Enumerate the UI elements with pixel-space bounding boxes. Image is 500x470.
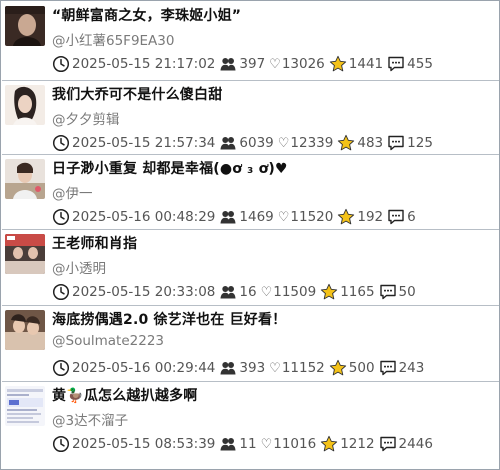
- comment-count: 2446: [398, 436, 433, 452]
- people-icon: [219, 134, 237, 152]
- post-thumbnail[interactable]: [5, 386, 45, 426]
- post-item[interactable]: “朝鲜富商之女，李珠姬小姐” @小红薯65F9EA30 2025-05-15 2…: [2, 2, 499, 80]
- post-author[interactable]: @小透明: [52, 257, 106, 277]
- post-thumbnail[interactable]: [5, 234, 45, 274]
- post-item[interactable]: 我们大乔可不是什么傻白甜 @夕夕剪辑 2025-05-15 21:57:34 6…: [2, 80, 499, 154]
- star-icon: [329, 359, 347, 377]
- favorite-count: 500: [348, 360, 375, 376]
- favorite-count: 192: [357, 209, 384, 225]
- heart-icon: ♡: [277, 135, 290, 151]
- favorite-count: 1165: [340, 284, 375, 300]
- star-icon: [337, 208, 355, 226]
- post-list: “朝鲜富商之女，李珠姬小姐” @小红薯65F9EA30 2025-05-15 2…: [0, 0, 500, 470]
- post-time: 2025-05-16 00:29:44: [72, 360, 216, 376]
- post-author[interactable]: @伊一: [52, 182, 93, 202]
- like-count: 11509: [273, 284, 317, 300]
- heart-icon: ♡: [269, 56, 281, 72]
- like-count: 13026: [281, 56, 325, 72]
- post-time: 2025-05-15 08:53:39: [72, 436, 216, 452]
- post-title[interactable]: 海底捞偶遇2.0 徐艺洋也在 巨好看！: [52, 309, 286, 329]
- post-stats: 2025-05-15 21:57:34 6039 ♡ 12339 483 125: [52, 133, 437, 153]
- comment-count: 6: [407, 209, 416, 225]
- post-stats: 2025-05-15 08:53:39 11 ♡ 11016 1212 2446: [52, 434, 437, 454]
- clock-icon: [52, 359, 70, 377]
- heart-icon: ♡: [277, 209, 290, 225]
- post-item[interactable]: 日子渺小重复 却都是幸福(●ơ ₃ ơ)♥ @伊一 2025-05-16 00:…: [2, 154, 499, 229]
- comment-icon: [379, 283, 397, 301]
- post-stats: 2025-05-15 21:17:02 397 ♡ 13026 1441 455: [52, 54, 437, 74]
- heart-icon: ♡: [260, 436, 273, 452]
- clock-icon: [52, 55, 70, 73]
- post-thumbnail[interactable]: [5, 85, 45, 125]
- view-count: 393: [239, 360, 266, 376]
- post-item[interactable]: 王老师和肖指 @小透明 2025-05-15 20:33:08 16 ♡ 115…: [2, 229, 499, 305]
- post-author[interactable]: @小红薯65F9EA30: [52, 29, 174, 49]
- post-time: 2025-05-15 21:17:02: [72, 56, 216, 72]
- heart-icon: ♡: [269, 360, 281, 376]
- star-icon: [329, 55, 347, 73]
- people-icon: [219, 208, 237, 226]
- view-count: 1469: [239, 209, 274, 225]
- post-stats: 2025-05-16 00:29:44 393 ♡ 11152 500 243: [52, 358, 428, 378]
- view-count: 6039: [239, 135, 274, 151]
- clock-icon: [52, 283, 70, 301]
- clock-icon: [52, 435, 70, 453]
- people-icon: [219, 435, 237, 453]
- post-stats: 2025-05-16 00:48:29 1469 ♡ 11520 192 6: [52, 207, 420, 227]
- post-thumbnail[interactable]: [5, 310, 45, 350]
- post-author[interactable]: @Soulmate2223: [52, 333, 164, 349]
- comment-icon: [387, 55, 405, 73]
- people-icon: [219, 359, 237, 377]
- people-icon: [219, 55, 237, 73]
- view-count: 11: [239, 436, 257, 452]
- post-time: 2025-05-16 00:48:29: [72, 209, 216, 225]
- clock-icon: [52, 208, 70, 226]
- star-icon: [320, 283, 338, 301]
- post-item[interactable]: 海底捞偶遇2.0 徐艺洋也在 巨好看！ @Soulmate2223 2025-0…: [2, 305, 499, 381]
- comment-icon: [387, 134, 405, 152]
- comment-count: 455: [407, 56, 433, 72]
- post-title[interactable]: 黄🦆瓜怎么越扒越多啊: [52, 385, 197, 405]
- post-thumbnail[interactable]: [5, 6, 45, 46]
- post-author[interactable]: @夕夕剪辑: [52, 108, 120, 128]
- post-stats: 2025-05-15 20:33:08 16 ♡ 11509 1165 50: [52, 282, 420, 302]
- view-count: 16: [239, 284, 257, 300]
- post-item[interactable]: 黄🦆瓜怎么越扒越多啊 @3达不溜子 2025-05-15 08:53:39 11…: [2, 381, 499, 469]
- like-count: 11016: [273, 436, 317, 452]
- post-author[interactable]: @3达不溜子: [52, 409, 128, 429]
- comment-icon: [387, 208, 405, 226]
- like-count: 12339: [290, 135, 334, 151]
- post-title[interactable]: 我们大乔可不是什么傻白甜: [52, 84, 222, 104]
- people-icon: [219, 283, 237, 301]
- like-count: 11520: [290, 209, 334, 225]
- star-icon: [320, 435, 338, 453]
- like-count: 11152: [281, 360, 325, 376]
- post-title[interactable]: “朝鲜富商之女，李珠姬小姐”: [52, 5, 241, 25]
- comment-icon: [379, 359, 397, 377]
- post-title[interactable]: 王老师和肖指: [52, 233, 137, 253]
- post-title[interactable]: 日子渺小重复 却都是幸福(●ơ ₃ ơ)♥: [52, 158, 288, 178]
- favorite-count: 1212: [340, 436, 375, 452]
- favorite-count: 483: [357, 135, 384, 151]
- view-count: 397: [239, 56, 266, 72]
- favorite-count: 1441: [348, 56, 384, 72]
- comment-icon: [379, 435, 397, 453]
- post-thumbnail[interactable]: [5, 159, 45, 199]
- comment-count: 50: [398, 284, 416, 300]
- post-time: 2025-05-15 20:33:08: [72, 284, 216, 300]
- comment-count: 243: [398, 360, 425, 376]
- post-time: 2025-05-15 21:57:34: [72, 135, 216, 151]
- clock-icon: [52, 134, 70, 152]
- heart-icon: ♡: [260, 284, 273, 300]
- comment-count: 125: [407, 135, 433, 151]
- star-icon: [337, 134, 355, 152]
